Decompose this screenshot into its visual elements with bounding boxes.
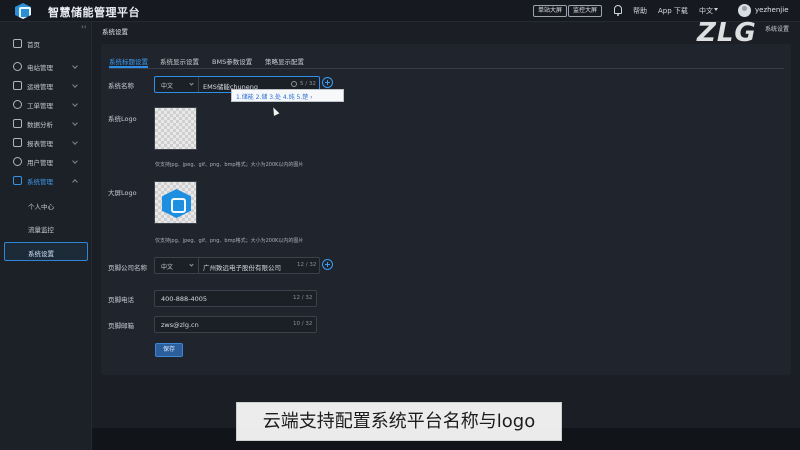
- sidebar-item-label: 电站管理: [27, 64, 53, 72]
- sidebar-subitem-settings[interactable]: 系统设置: [4, 242, 88, 261]
- sidebar-item-station[interactable]: 电站管理: [0, 59, 92, 75]
- language-select[interactable]: 中文: [155, 258, 199, 273]
- chevron-down-icon: [72, 139, 78, 145]
- sidebar-item-label: 工单管理: [27, 102, 53, 110]
- char-counter: 12 / 32: [297, 262, 317, 268]
- watermark-subtitle: 系统设置: [765, 26, 790, 33]
- tab-display-settings[interactable]: 系统显示设置: [160, 56, 199, 68]
- sidebar-subitem-label: 流量监控: [28, 226, 54, 234]
- tab-title-settings[interactable]: 系统标题设置: [109, 56, 148, 68]
- chevron-up-icon: [72, 179, 78, 185]
- sidebar-subitem-profile[interactable]: 个人中心: [0, 197, 92, 214]
- chevron-down-icon: [714, 8, 718, 11]
- system-logo-label: 系统Logo: [108, 115, 137, 123]
- top-bar: 智慧储能管理平台 单站大屏 监控大屏 帮助 App 下载 中文 yezhenji…: [0, 0, 800, 22]
- system-logo-upload[interactable]: [154, 107, 197, 150]
- chevron-down-icon: [189, 262, 194, 267]
- tab-bms-settings[interactable]: BMS参数设置: [212, 56, 252, 68]
- chevron-down-icon: [72, 120, 78, 126]
- screen-logo-hint: 仅支持jpg、jpeg、gif、png、bmp格式；大小为200K以内的图片: [155, 238, 304, 244]
- sidebar-subitem-traffic[interactable]: 流量监控: [0, 220, 92, 237]
- system-logo-hint: 仅支持jpg、jpeg、gif、png、bmp格式；大小为200K以内的图片: [155, 162, 304, 168]
- footer-email-field[interactable]: zws@zlg.cn 10 / 32: [154, 316, 317, 333]
- sidebar-item-label: 运维管理: [27, 83, 53, 91]
- chevron-down-icon: [72, 158, 78, 164]
- sidebar-item-label: 系统管理: [27, 178, 53, 186]
- footer-phone-field[interactable]: 400-888-4005 12 / 32: [154, 290, 317, 307]
- avatar[interactable]: [738, 4, 751, 17]
- footer-email-label: 页脚邮箱: [108, 322, 134, 330]
- tab-strategy-settings[interactable]: 策略显示配置: [265, 56, 304, 68]
- collapse-icon[interactable]: ‹‹: [81, 23, 87, 31]
- language-value: 中文: [161, 264, 174, 271]
- save-button[interactable]: 保存: [155, 343, 183, 357]
- chevron-down-icon: [72, 63, 78, 69]
- language-select[interactable]: 中文: [699, 6, 713, 16]
- grid-icon: [13, 176, 22, 185]
- sidebar-subitem-label: 个人中心: [28, 203, 54, 211]
- sidebar-item-analysis[interactable]: 数据分析: [0, 116, 92, 132]
- footer-email-input[interactable]: zws@zlg.cn: [161, 321, 199, 329]
- sidebar-item-label: 报表管理: [27, 140, 53, 148]
- bell-icon[interactable]: [614, 5, 622, 16]
- tab-bar: 系统标题设置 系统显示设置 BMS参数设置 策略显示配置: [109, 56, 784, 69]
- username[interactable]: yezhenjie: [755, 6, 789, 14]
- sidebar-item-users[interactable]: 用户管理: [0, 154, 92, 170]
- shield-icon: [13, 100, 22, 109]
- system-name-label: 系统名称: [108, 82, 134, 90]
- add-language-button[interactable]: [322, 259, 333, 270]
- sidebar-item-label: 首页: [27, 41, 40, 49]
- screen-logo-upload[interactable]: [154, 181, 197, 224]
- sidebar-item-label: 数据分析: [27, 121, 53, 129]
- char-counter: 5 / 32: [300, 81, 316, 87]
- home-icon: [13, 39, 22, 48]
- bar-chart-icon: [13, 119, 22, 128]
- station-screen-button[interactable]: 单站大屏: [533, 5, 568, 17]
- add-language-button[interactable]: [322, 77, 333, 88]
- wrench-icon: [13, 81, 22, 90]
- video-caption: 云端支持配置系统平台名称与logo: [236, 402, 562, 441]
- footer-phone-input[interactable]: 400-888-4005: [161, 295, 207, 303]
- sidebar-item-work-orders[interactable]: 工单管理: [0, 97, 92, 113]
- ime-candidates[interactable]: 1.储能 2.储 3.处 4.纯 5.楚 ›: [236, 92, 313, 101]
- char-counter: 10 / 32: [293, 321, 313, 327]
- breadcrumb: 系统设置: [102, 28, 128, 36]
- footer-company-field[interactable]: 中文 广州致远电子股份有限公司 12 / 32: [154, 257, 320, 274]
- sidebar-item-home[interactable]: 首页: [0, 36, 92, 52]
- app-logo-icon: [15, 3, 31, 19]
- sidebar-item-operations[interactable]: 运维管理: [0, 78, 92, 94]
- chevron-down-icon: [72, 82, 78, 88]
- footer-company-label: 页脚公司名称: [108, 264, 147, 272]
- help-link[interactable]: 帮助: [633, 6, 647, 16]
- clear-icon[interactable]: [291, 81, 297, 87]
- chevron-down-icon: [72, 101, 78, 107]
- app-title: 智慧储能管理平台: [48, 6, 140, 19]
- logo-image: [162, 189, 191, 218]
- sidebar: ‹‹ 首页 电站管理 运维管理 工单管理 数据分析 报表管理 用户管理 系统管理: [0, 22, 92, 450]
- screen-logo-label: 大屏Logo: [108, 189, 137, 197]
- language-value: 中文: [161, 83, 174, 90]
- chevron-down-icon: [189, 81, 194, 86]
- sidebar-item-reports[interactable]: 报表管理: [0, 135, 92, 151]
- footer-company-input[interactable]: 广州致远电子股份有限公司: [203, 262, 281, 272]
- sidebar-item-label: 用户管理: [27, 159, 53, 167]
- char-counter: 12 / 32: [293, 295, 313, 301]
- report-icon: [13, 138, 22, 147]
- app-download-link[interactable]: App 下载: [658, 6, 688, 16]
- user-icon: [13, 157, 22, 166]
- sidebar-subitem-label: 系统设置: [28, 250, 54, 258]
- sidebar-item-system[interactable]: 系统管理: [0, 173, 92, 189]
- station-icon: [13, 62, 22, 71]
- footer-phone-label: 页脚电话: [108, 296, 134, 304]
- ime-candidate-popup[interactable]: 1.储能 2.储 3.处 4.纯 5.楚 ›: [231, 89, 344, 102]
- language-select[interactable]: 中文: [155, 77, 199, 92]
- monitor-screen-button[interactable]: 监控大屏: [568, 5, 603, 17]
